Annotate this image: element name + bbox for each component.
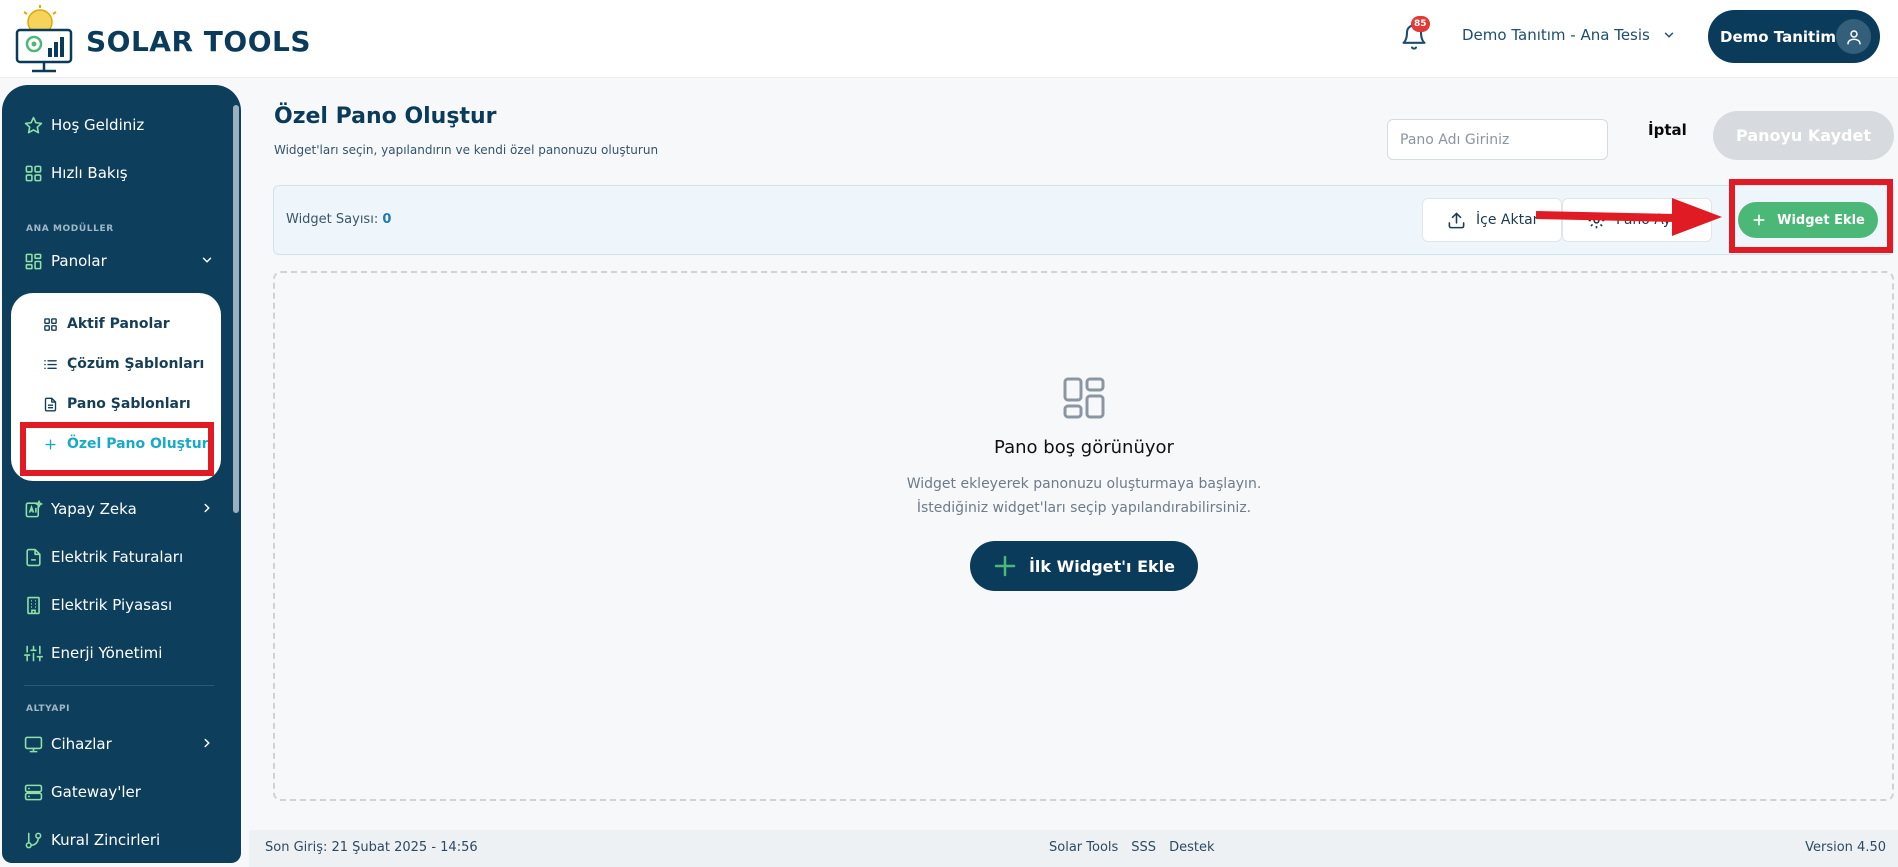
git-branch-icon <box>25 832 42 848</box>
sidebar-item-hizli-bakis[interactable]: Hızlı Bakış <box>24 160 214 186</box>
empty-state-description: Widget ekleyerek panonuzu oluşturmaya ba… <box>0 472 1898 520</box>
submenu-item-label: Pano Şablonları <box>67 396 191 412</box>
footer: Son Giriş: 21 Şubat 2025 - 14:56 Solar T… <box>249 830 1898 867</box>
sidebar-item-label: Gateway'ler <box>51 783 141 801</box>
submenu-item-aktif-panolar[interactable]: Aktif Panolar <box>43 316 170 332</box>
brand-name: SOLAR TOOLS <box>86 25 312 58</box>
sidebar-item-hos-geldiniz[interactable]: Hoş Geldiniz <box>24 112 214 138</box>
upload-icon <box>1448 212 1465 228</box>
star-icon <box>24 116 43 133</box>
section-label-main-modules: ANA MODÜLLER <box>26 224 114 234</box>
empty-state-line: Widget ekleyerek panonuzu oluşturmaya ba… <box>906 476 1262 492</box>
submenu-item-label: Aktif Panolar <box>67 316 170 332</box>
section-label-infrastructure: ALTYAPI <box>26 704 71 714</box>
sidebar-item-enerji-yonetimi[interactable]: Enerji Yönetimi <box>24 640 214 666</box>
top-header: SOLAR TOOLS 85 Demo Tanıtım - Ana Tesis … <box>0 0 1898 78</box>
widget-count-value: 0 <box>382 212 392 227</box>
invoice-icon <box>26 548 41 566</box>
sidebar-divider <box>24 685 214 686</box>
user-menu-button[interactable]: Demo Tanitim <box>1708 10 1880 63</box>
app-version: Version 4.50 <box>1805 840 1886 855</box>
page-title: Özel Pano Oluştur <box>274 104 497 129</box>
sidebar-item-label: Cihazlar <box>51 735 112 753</box>
document-icon <box>44 397 57 411</box>
sidebar-item-label: Hoş Geldiniz <box>51 116 145 134</box>
sidebar-item-label: Enerji Yönetimi <box>51 644 163 662</box>
footer-link-destek[interactable]: Destek <box>1169 840 1214 855</box>
widget-count-label: Widget Sayısı: <box>286 212 379 227</box>
solar-tools-logo[interactable] <box>14 4 80 74</box>
dashboard-name-input[interactable] <box>1387 119 1608 160</box>
building-icon <box>27 596 40 614</box>
add-first-widget-label: İlk Widget'ı Ekle <box>1028 556 1176 576</box>
save-dashboard-button[interactable]: Panoyu Kaydet <box>1713 111 1894 160</box>
submenu-item-label: Çözüm Şablonları <box>67 356 205 372</box>
chevron-down-icon <box>1664 32 1674 38</box>
sidebar-item-gateways[interactable]: Gateway'ler <box>24 779 214 805</box>
dashboard-icon <box>25 253 42 269</box>
notification-badge: 85 <box>1411 16 1430 32</box>
list-icon <box>44 359 57 369</box>
sidebar-item-label: Hızlı Bakış <box>51 164 128 182</box>
server-icon <box>24 784 43 800</box>
footer-link-solar-tools[interactable]: Solar Tools <box>1049 840 1118 855</box>
chevron-right-icon <box>204 738 210 748</box>
sliders-icon <box>24 645 43 661</box>
sidebar-item-label: Panolar <box>51 252 107 270</box>
footer-link-sss[interactable]: SSS <box>1131 840 1156 855</box>
user-avatar-icon <box>1836 19 1871 54</box>
red-arrow-annotation <box>1536 198 1722 236</box>
submenu-item-cozum-sablonlari[interactable]: Çözüm Şablonları <box>43 356 204 372</box>
sidebar-item-cihazlar[interactable]: Cihazlar <box>24 731 214 757</box>
user-name: Demo Tanitim <box>1720 27 1836 46</box>
layout-icon <box>1063 377 1105 419</box>
sidebar-item-panolar[interactable]: Panolar <box>24 248 214 274</box>
grid-icon <box>25 165 42 181</box>
highlight-box-add-widget <box>1729 179 1893 253</box>
chevron-down-icon <box>202 257 212 263</box>
sidebar-item-elektrik-piyasasi[interactable]: Elektrik Piyasası <box>24 592 214 618</box>
sidebar-item-label: Elektrik Piyasası <box>51 596 173 614</box>
import-label: İçe Aktar <box>1476 212 1539 228</box>
last-login: Son Giriş: 21 Şubat 2025 - 14:56 <box>265 840 478 855</box>
empty-state-line: İstediğiniz widget'ları seçip yapılandır… <box>916 500 1252 516</box>
facility-selector[interactable]: Demo Tanıtım - Ana Tesis <box>1462 26 1676 44</box>
widget-count: Widget Sayısı: 0 <box>286 212 391 227</box>
submenu-item-pano-sablonlari[interactable]: Pano Şablonları <box>43 396 191 412</box>
add-first-widget-button[interactable]: İlk Widget'ı Ekle <box>970 541 1198 591</box>
plus-icon <box>994 555 1016 577</box>
monitor-icon <box>24 736 43 752</box>
footer-links: Solar Tools SSS Destek <box>1049 840 1214 855</box>
sidebar-item-label: Kural Zincirleri <box>51 831 161 849</box>
sidebar-item-elektrik-faturalari[interactable]: Elektrik Faturaları <box>24 544 214 570</box>
page-subtitle: Widget'ları seçin, yapılandırın ve kendi… <box>274 143 659 157</box>
widget-drop-zone[interactable] <box>273 271 1894 801</box>
empty-state-title: Pano boş görünüyor <box>994 437 1174 458</box>
sidebar-item-label: Elektrik Faturaları <box>51 548 184 566</box>
cancel-button[interactable]: İptal <box>1648 121 1687 139</box>
facility-name: Demo Tanıtım - Ana Tesis <box>1462 26 1650 44</box>
sidebar-item-kural-zincirleri[interactable]: Kural Zincirleri <box>24 827 214 853</box>
grid-icon <box>44 317 57 331</box>
